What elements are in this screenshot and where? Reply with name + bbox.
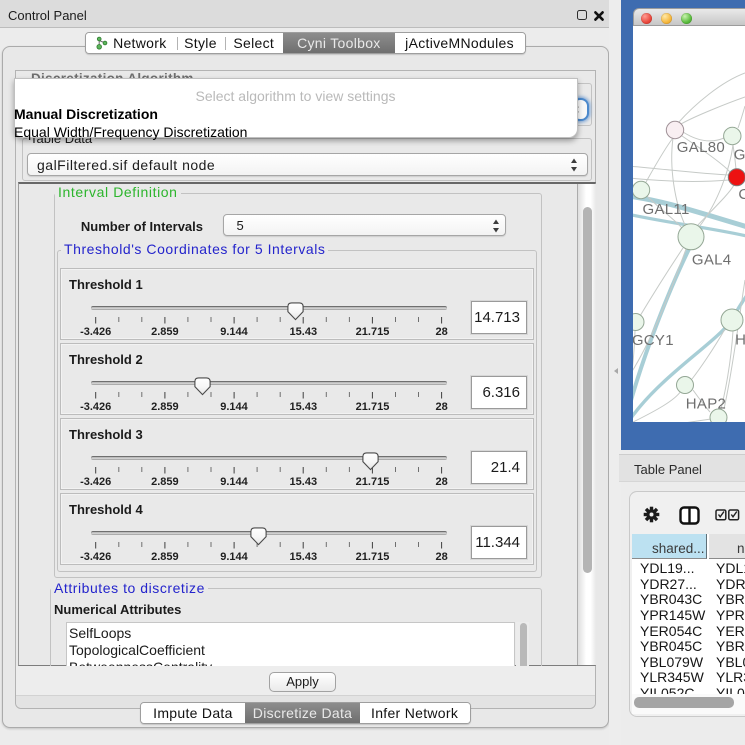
- svg-text:GAL4: GAL4: [734, 146, 745, 163]
- svg-text:HA: HA: [735, 331, 745, 348]
- svg-text:GCY1: GCY1: [633, 332, 674, 349]
- svg-text:GAL11: GAL11: [643, 201, 690, 218]
- svg-text:GAL4: GAL4: [692, 251, 732, 268]
- svg-text:CCT: CCT: [738, 186, 745, 203]
- svg-text:HAP2: HAP2: [686, 395, 726, 412]
- svg-text:GAL80: GAL80: [677, 139, 725, 156]
